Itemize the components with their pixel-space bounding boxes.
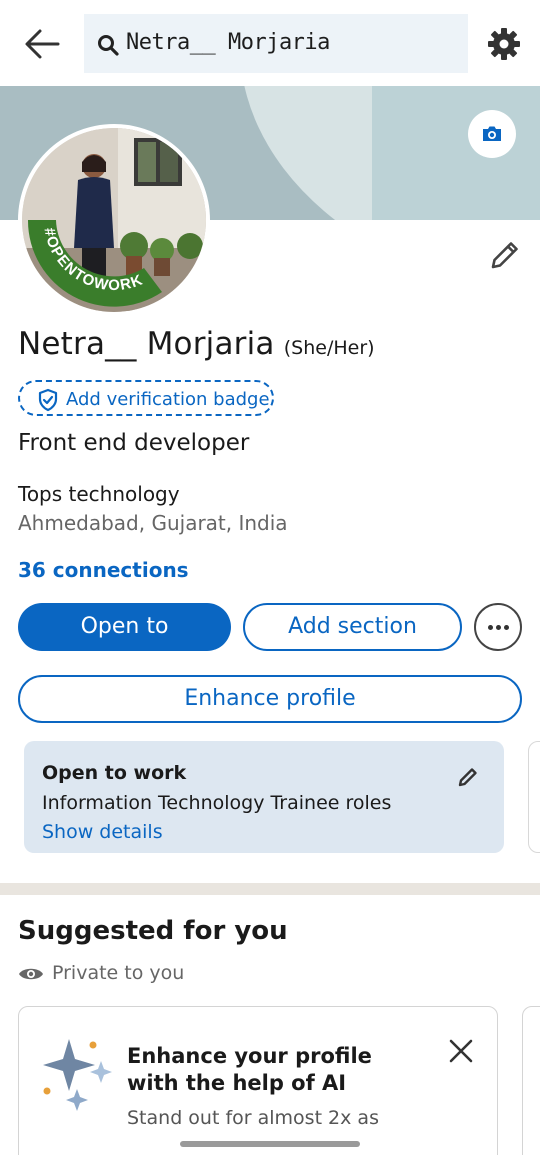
dismiss-button[interactable] (447, 1037, 475, 1065)
search-query: Netra__ Morjaria (126, 30, 330, 55)
open-to-work-roles: Information Technology Trainee roles (42, 792, 392, 814)
profile-headline: Front end developer (18, 430, 250, 456)
profile-location: Ahmedabad, Gujarat, India (18, 511, 288, 535)
more-button[interactable] (474, 603, 522, 651)
settings-button[interactable] (486, 26, 522, 62)
section-divider (0, 883, 540, 895)
privacy-label: Private to you (52, 962, 185, 984)
camera-icon (483, 126, 501, 141)
name-row: Netra__ Morjaria (She/Her) (18, 326, 375, 362)
pencil-icon (458, 768, 477, 787)
next-suggestion-peek[interactable] (522, 1006, 540, 1155)
ai-suggestion-card[interactable]: Enhance your profile with the help of AI… (18, 1006, 498, 1155)
add-section-button[interactable]: Add section (243, 603, 462, 651)
open-to-work-title: Open to work (42, 762, 187, 784)
cover-decoration (372, 86, 540, 220)
show-details-link[interactable]: Show details (42, 821, 163, 843)
next-card-peek[interactable] (528, 741, 540, 853)
profile-photo-image: #OPENTOWORK (22, 128, 206, 312)
gear-icon (488, 28, 520, 60)
back-button[interactable] (20, 24, 64, 64)
top-bar: Netra__ Morjaria (0, 0, 540, 86)
edit-open-to-work-button[interactable] (456, 765, 480, 789)
profile-photo[interactable]: #OPENTOWORK (18, 124, 210, 316)
more-icon (504, 625, 509, 630)
more-icon (488, 625, 493, 630)
ai-card-title: Enhance your profile with the help of AI (127, 1044, 372, 1095)
edit-intro-button[interactable] (484, 236, 524, 276)
ai-card-subtitle: Stand out for almost 2x as (127, 1107, 379, 1129)
pencil-icon (491, 242, 518, 269)
open-to-work-card[interactable]: Open to work Information Technology Trai… (24, 741, 504, 853)
eye-icon (19, 968, 43, 980)
profile-pronouns: (She/Her) (283, 337, 375, 359)
back-arrow-icon (25, 29, 60, 59)
home-indicator[interactable] (180, 1141, 360, 1147)
shield-check-icon (38, 388, 58, 412)
close-icon (449, 1039, 473, 1063)
search-icon (98, 35, 119, 56)
add-verification-badge-button[interactable]: Add verification badge (18, 380, 274, 416)
suggested-title: Suggested for you (18, 916, 288, 946)
profile-company: Tops technology (18, 482, 180, 506)
search-input[interactable]: Netra__ Morjaria (84, 14, 468, 73)
enhance-profile-button[interactable]: Enhance profile (18, 675, 522, 723)
verification-label: Add verification badge (66, 389, 270, 410)
edit-cover-button[interactable] (468, 110, 516, 158)
sparkle-icon (43, 1039, 112, 1111)
profile-name: Netra__ Morjaria (18, 326, 275, 362)
more-icon (496, 625, 501, 630)
connections-link[interactable]: 36 connections (18, 558, 189, 582)
open-to-button[interactable]: Open to (18, 603, 231, 651)
